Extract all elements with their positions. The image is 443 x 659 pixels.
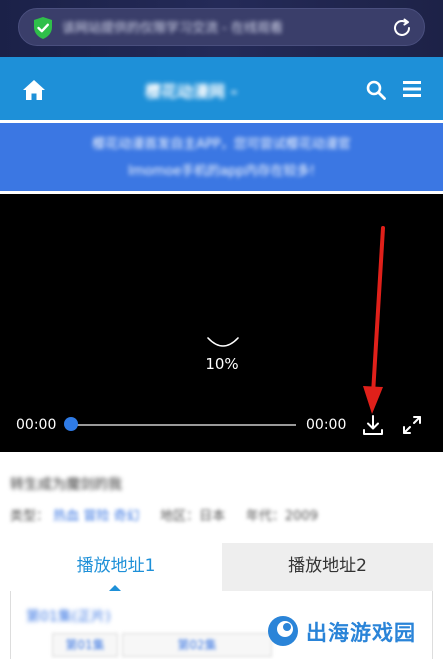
loading-spinner-icon <box>207 337 239 347</box>
progress-handle[interactable] <box>64 417 78 431</box>
download-icon[interactable] <box>362 414 384 436</box>
menu-icon[interactable] <box>403 81 421 97</box>
total-time: 00:00 <box>306 417 347 433</box>
tab-play-source-1[interactable]: 播放地址1 <box>10 543 222 591</box>
episode-button[interactable]: 第02集 <box>122 633 272 657</box>
notice-line-1: 樱花动漫首发自主APP，您可尝试樱花动漫官 <box>92 137 351 152</box>
meta-tag[interactable]: 奇幻 <box>113 509 139 524</box>
red-arrow-annotation <box>363 226 385 414</box>
notice-line-2: Imomoe手机的app内存在较多! <box>128 164 315 179</box>
meta-year: 年代：2009 <box>245 509 318 524</box>
watermark-text: 出海游戏园 <box>306 621 416 645</box>
url-text[interactable]: 该网站提供的仅限学习交流 - 在线观看 <box>62 17 362 37</box>
episode-button[interactable]: 第01集 <box>52 633 118 657</box>
loading-percent: 10% <box>205 355 239 373</box>
meta-region: 地区：日本 <box>160 509 226 524</box>
notice-banner <box>0 120 443 194</box>
tab-play-source-2[interactable]: 播放地址2 <box>222 543 433 591</box>
video-meta: 类型： 热血 冒险 奇幻 地区：日本 年代：2009 <box>10 505 443 525</box>
watermark-logo-icon <box>268 616 298 646</box>
episode-label: 第01集(正片) <box>26 609 111 625</box>
fullscreen-icon[interactable] <box>402 415 422 435</box>
search-icon[interactable] <box>366 80 386 100</box>
shield-check-icon <box>34 17 52 39</box>
progress-bar[interactable] <box>70 424 296 426</box>
reload-icon[interactable] <box>390 16 414 40</box>
home-icon[interactable] <box>22 79 46 101</box>
video-title: 转生成为魔剑的我 <box>10 477 122 493</box>
meta-tag[interactable]: 热血 <box>53 509 79 524</box>
meta-tag[interactable]: 冒险 <box>83 509 109 524</box>
meta-type-label: 类型： <box>10 509 50 524</box>
current-time: 00:00 <box>16 417 57 433</box>
site-title[interactable]: 樱花动漫网 - <box>145 78 305 102</box>
